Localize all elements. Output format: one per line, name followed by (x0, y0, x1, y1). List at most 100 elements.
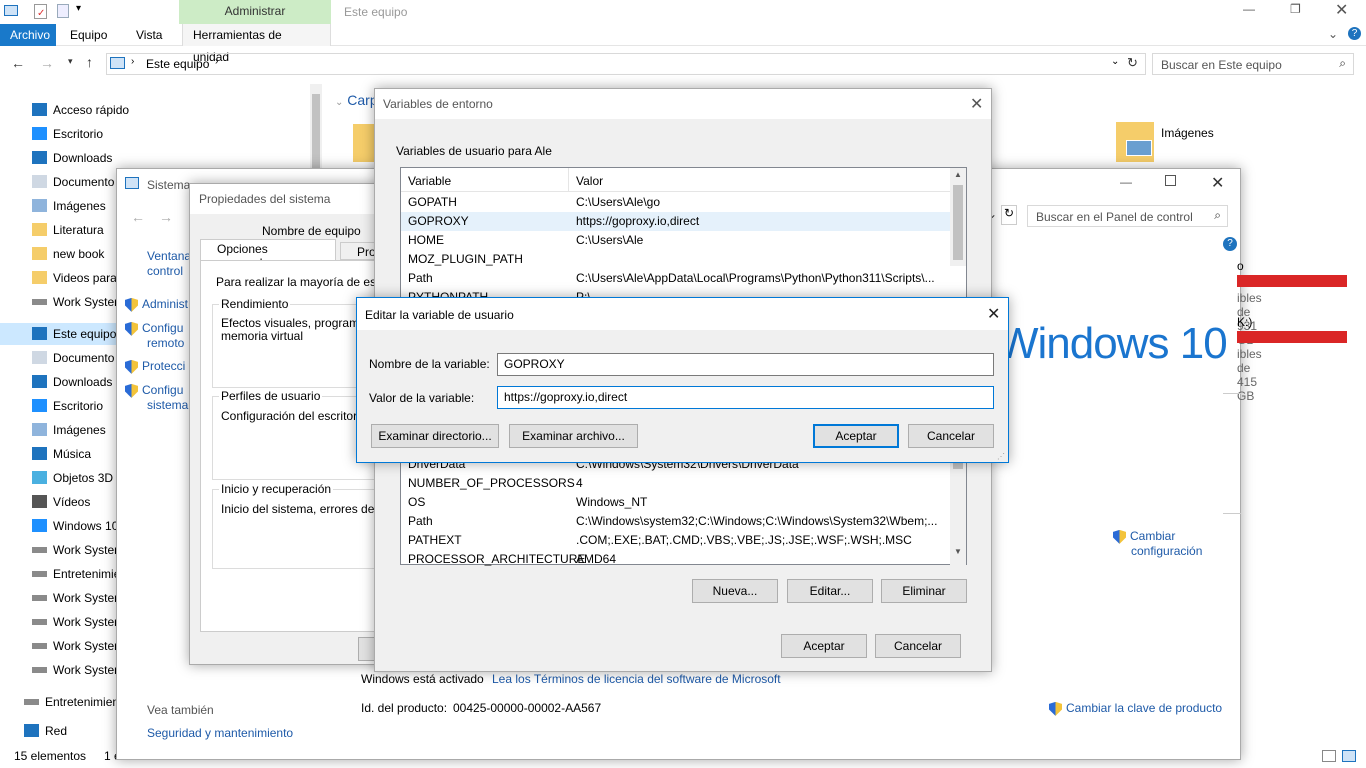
variable-value-input[interactable]: https://goproxy.io,direct (497, 386, 994, 409)
tab-herramientas-unidad[interactable]: Herramientas de unidad (182, 24, 331, 64)
user-variables-group-label: Variables de usuario para Ale (396, 144, 552, 158)
user-list-scrollbar[interactable]: ▲ (950, 168, 966, 266)
remote-settings-link[interactable]: Configu remoto (125, 321, 184, 351)
resize-grip-icon[interactable]: ⋰ (997, 452, 1005, 461)
recent-locations-icon[interactable]: ▾ (68, 56, 73, 67)
close-icon[interactable]: ✕ (1211, 173, 1224, 193)
drive-icon (32, 643, 47, 649)
refresh-icon[interactable]: ↻ (1001, 205, 1017, 225)
table-row[interactable]: PROCESSOR_ARCHITECTURE AMD64 (401, 550, 950, 569)
edit-variable-button[interactable]: Editar... (787, 579, 873, 603)
see-also-heading: Vea también (147, 703, 214, 717)
system-protection-link[interactable]: Protecci (125, 359, 185, 374)
table-row[interactable]: PATHEXT .COM;.EXE;.BAT;.CMD;.VBS;.VBE;.JS… (401, 531, 950, 550)
address-bar[interactable]: › Este equipo › ⌄ ↻ (106, 53, 1146, 75)
table-row[interactable]: MOZ_PLUGIN_PATH (401, 250, 950, 269)
table-row[interactable]: HOME C:\Users\Ale (401, 231, 950, 250)
up-arrow-icon[interactable]: ↑ (86, 54, 93, 70)
table-row[interactable]: OS Windows_NT (401, 493, 950, 512)
system-list-scrollbar[interactable]: ▼ (950, 455, 966, 565)
drive-icon (32, 299, 47, 305)
breadcrumb[interactable]: Este equipo (146, 57, 209, 71)
breadcrumb-chevron-icon[interactable]: › (131, 56, 134, 67)
tab-nombre-equipo[interactable]: Nombre de equipo (262, 224, 361, 238)
env-cancel-button[interactable]: Cancelar (875, 634, 961, 658)
edit-cancel-button[interactable]: Cancelar (908, 424, 994, 448)
change-product-key-link[interactable]: Cambiar la clave de producto (1049, 701, 1222, 716)
table-row[interactable]: Path C:\Windows\system32;C:\Windows;C:\Wi… (401, 512, 950, 531)
large-icons-view-icon[interactable] (1342, 750, 1356, 762)
nav-item-label: new book (53, 247, 105, 261)
minimize-icon[interactable]: — (1120, 175, 1132, 189)
drive-icon (24, 699, 39, 705)
system-properties-title: Propiedades del sistema (199, 192, 331, 206)
close-icon[interactable]: ✕ (1335, 0, 1348, 20)
browse-directory-button[interactable]: Examinar directorio... (371, 424, 499, 448)
column-header-value[interactable]: Valor (576, 174, 603, 188)
folder-icon[interactable] (353, 124, 375, 162)
license-terms-link[interactable]: Lea los Términos de licencia del softwar… (492, 672, 781, 686)
properties-icon[interactable]: ✓ (34, 4, 47, 19)
explorer-titlebar: ✓ ▾ Administrar Este equipo — ❐ ✕ (0, 0, 1366, 24)
close-icon[interactable]: ✕ (970, 94, 983, 114)
tab-equipo[interactable]: Equipo (60, 24, 117, 46)
new-folder-icon[interactable] (57, 4, 69, 18)
section-heading[interactable]: ⌄ Carp (335, 92, 378, 108)
control-panel-search[interactable]: Buscar en el Panel de control ⌕ (1027, 205, 1228, 227)
control-panel-home-link[interactable]: Ventana control (147, 249, 191, 279)
tab-archivo[interactable]: Archivo (0, 24, 56, 46)
help-icon[interactable]: ? (1348, 27, 1361, 40)
table-row[interactable]: NUMBER_OF_PROCESSORS 4 (401, 474, 950, 493)
network-icon (24, 724, 39, 737)
tab-opciones-avanzadas[interactable]: Opciones avanzadas (200, 239, 336, 270)
env-dialog-title: Variables de entorno (383, 97, 493, 111)
pictures-folder-label[interactable]: Imágenes (1161, 126, 1214, 140)
nav-item-2[interactable]: Downloads (0, 147, 310, 169)
maximize-icon[interactable] (1165, 175, 1176, 186)
variable-name-input[interactable]: GOPROXY (497, 353, 994, 376)
forward-arrow-icon[interactable]: → (40, 55, 54, 71)
nav-item-label: Escritorio (53, 127, 104, 141)
nav-item-label: Work Systen (53, 295, 121, 309)
table-row[interactable]: Path C:\Users\Ale\AppData\Local\Programs\… (401, 269, 950, 288)
close-icon[interactable]: ✕ (987, 304, 1000, 324)
table-row[interactable]: GOPATH C:\Users\Ale\go (401, 193, 950, 212)
shield-icon (125, 359, 138, 374)
browse-file-button[interactable]: Examinar archivo... (509, 424, 638, 448)
search-input[interactable]: Buscar en Este equipo ⌕ (1152, 53, 1354, 75)
advanced-settings-link[interactable]: Configu sistema (125, 383, 188, 413)
performance-label: Rendimiento (219, 297, 291, 311)
forward-arrow-icon[interactable]: → (159, 209, 173, 225)
security-maintenance-link[interactable]: Seguridad y mantenimiento (147, 726, 293, 740)
cube-icon (32, 471, 47, 484)
nav-item-label: Videos para (53, 271, 117, 285)
tab-vista[interactable]: Vista (126, 24, 172, 46)
column-header-variable[interactable]: Variable (408, 174, 451, 188)
minimize-icon[interactable]: — (1243, 2, 1255, 16)
edit-ok-button[interactable]: Aceptar (813, 424, 899, 448)
restore-icon[interactable]: ❐ (1290, 2, 1301, 16)
device-manager-link[interactable]: Administ (125, 297, 188, 312)
nav-item-0[interactable]: Acceso rápido (0, 99, 310, 121)
change-settings-link[interactable]: Cambiar configuración (1113, 529, 1202, 559)
customize-qat-icon[interactable]: ▾ (76, 3, 81, 14)
delete-variable-button[interactable]: Eliminar (881, 579, 967, 603)
system-window-title: Sistema (147, 178, 191, 192)
back-arrow-icon[interactable]: ← (131, 209, 145, 225)
expand-ribbon-icon[interactable]: ⌄ (1328, 27, 1338, 41)
help-icon[interactable]: ? (1223, 237, 1237, 251)
document-icon (32, 351, 47, 364)
details-view-icon[interactable] (1322, 750, 1336, 762)
breadcrumb-chevron-icon[interactable]: › (215, 56, 218, 67)
back-arrow-icon[interactable]: ← (11, 55, 25, 71)
context-tab-administrar: Administrar (179, 0, 331, 24)
variable-name-cell: NUMBER_OF_PROCESSORS (408, 476, 575, 490)
nav-item-1[interactable]: Escritorio (0, 123, 310, 145)
table-row[interactable]: GOPROXY https://goproxy.io,direct (401, 212, 950, 231)
pictures-folder-icon[interactable] (1116, 122, 1154, 162)
refresh-icon[interactable]: ↻ (1127, 55, 1138, 71)
address-dropdown-icon[interactable]: ⌄ (1111, 56, 1119, 67)
variable-value-cell: C:\Users\Ale\AppData\Local\Programs\Pyth… (576, 271, 935, 285)
new-variable-button[interactable]: Nueva... (692, 579, 778, 603)
env-ok-button[interactable]: Aceptar (781, 634, 867, 658)
